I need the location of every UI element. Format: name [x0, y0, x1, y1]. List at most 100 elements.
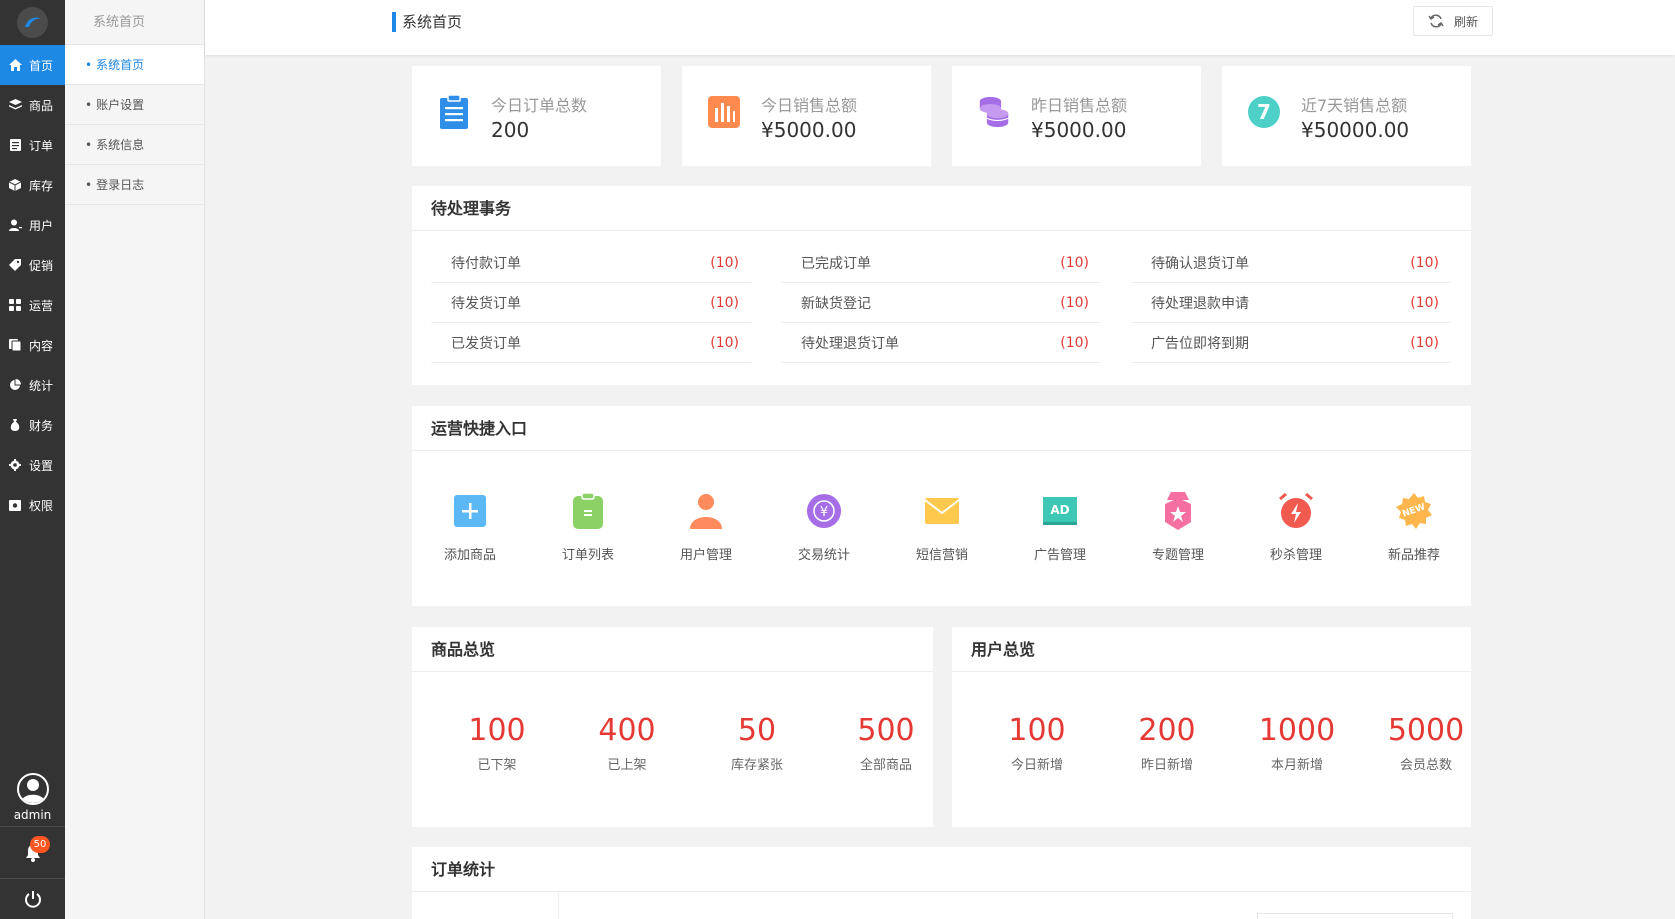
nav-item-label: 统计 [29, 378, 54, 393]
overview-stat[interactable]: 500 全部商品 [821, 712, 951, 773]
todo-label: 待处理退款申请 [1151, 295, 1249, 312]
todo-label: 已完成订单 [801, 255, 871, 272]
quick-label: 广告管理 [1033, 548, 1086, 563]
refresh-button[interactable]: 刷新 [1413, 6, 1493, 36]
nav-item-label: 库存 [29, 178, 54, 193]
quick-sms-marketing[interactable]: 短信营销 [887, 491, 997, 563]
nav-item-statistics[interactable]: 统计 [0, 365, 65, 405]
admin-profile[interactable]: admin [0, 769, 65, 827]
nav-item-label: 运营 [29, 298, 54, 313]
nav-item-label: 促销 [29, 258, 54, 273]
breadcrumb: 系统首页 [392, 12, 462, 32]
home-icon [8, 58, 22, 72]
overview-label: 本月新增 [1270, 758, 1323, 773]
order-stats-date-picker[interactable] [1257, 913, 1453, 919]
todo-column: 已完成订单 (10) 新缺货登记 (10) 待处理退货订单 (10) [781, 243, 1101, 363]
notifications-button[interactable]: 50 [0, 827, 65, 879]
nav-item-label: 订单 [29, 138, 54, 153]
todo-label: 待确认退货订单 [1151, 255, 1249, 272]
nav-item-inventory[interactable]: 库存 [0, 165, 65, 205]
nav-item-orders[interactable]: 订单 [0, 125, 65, 165]
todo-item[interactable]: 待确认退货订单 (10) [1131, 243, 1451, 283]
logo-icon [17, 7, 48, 38]
stat-value: 200 [491, 118, 530, 142]
copy-icon [8, 338, 22, 352]
subnav-item-dashboard[interactable]: • 系统首页 [65, 45, 204, 85]
todo-label: 广告位即将到期 [1151, 335, 1249, 352]
todo-item[interactable]: 待处理退款申请 (10) [1131, 283, 1451, 323]
logout-button[interactable] [0, 879, 65, 919]
nav-item-label: 财务 [29, 418, 54, 433]
top-bar: 系统首页 刷新 [205, 0, 1675, 55]
sub-nav: 系统首页 • 系统首页 • 账户设置 • 系统信息 • 登录日志 [65, 0, 205, 919]
quick-topic-manage[interactable]: 专题管理 [1123, 491, 1233, 563]
main-nav: 首页 商品 订单 库存 用户 促销 运营 内容 统计 财务 设置 权限 admi… [0, 0, 65, 919]
subnav-item-login-log[interactable]: • 登录日志 [65, 165, 204, 205]
overview-label: 全部商品 [859, 758, 912, 773]
todo-count: (10) [1060, 334, 1089, 351]
overview-label: 会员总数 [1399, 758, 1452, 773]
money-bag-icon [8, 418, 22, 432]
order-list-icon [568, 491, 608, 531]
todo-item[interactable]: 广告位即将到期 (10) [1131, 323, 1451, 363]
order-stats-panel: 订单统计 [412, 847, 1471, 919]
todo-count: (10) [1410, 334, 1439, 351]
todo-label: 已发货订单 [451, 335, 521, 352]
overview-stat[interactable]: 400 已上架 [562, 712, 692, 773]
nav-item-permissions[interactable]: 权限 [0, 485, 65, 525]
todo-item[interactable]: 待付款订单 (10) [431, 243, 751, 283]
subnav-item-label: 系统首页 [96, 58, 145, 72]
overview-stat[interactable]: 100 今日新增 [972, 712, 1102, 773]
quick-label: 短信营销 [915, 548, 968, 563]
subnav-item-system-info[interactable]: • 系统信息 [65, 125, 204, 165]
quick-ad-manage[interactable]: AD 广告管理 [1005, 491, 1115, 563]
logo[interactable] [0, 0, 65, 45]
todo-item[interactable]: 新缺货登记 (10) [781, 283, 1101, 323]
todo-count: (10) [1410, 254, 1439, 271]
nav-item-operations[interactable]: 运营 [0, 285, 65, 325]
overview-label: 已下架 [477, 758, 517, 773]
plus-square-icon [450, 491, 490, 531]
subnav-item-account-settings[interactable]: • 账户设置 [65, 85, 204, 125]
nav-item-label: 权限 [29, 498, 54, 513]
overview-stat[interactable]: 1000 本月新增 [1232, 712, 1362, 773]
todo-column: 待付款订单 (10) 待发货订单 (10) 已发货订单 (10) [431, 243, 751, 363]
nav-item-finance[interactable]: 财务 [0, 405, 65, 445]
nav-item-home[interactable]: 首页 [0, 45, 65, 85]
overview-value: 100 [1008, 713, 1066, 748]
todo-item[interactable]: 待处理退货订单 (10) [781, 323, 1101, 363]
todo-item[interactable]: 已完成订单 (10) [781, 243, 1101, 283]
overview-stat[interactable]: 5000 会员总数 [1361, 712, 1491, 773]
overview-stat[interactable]: 100 已下架 [432, 712, 562, 773]
quick-label: 新品推荐 [1387, 548, 1440, 563]
nav-item-label: 内容 [29, 338, 54, 353]
nav-item-products[interactable]: 商品 [0, 85, 65, 125]
quick-label: 订单列表 [561, 548, 614, 563]
user-manage-icon [686, 491, 726, 531]
quick-user-manage[interactable]: 用户管理 [651, 491, 761, 563]
overview-stat[interactable]: 50 库存紧张 [692, 712, 822, 773]
quick-add-product[interactable]: 添加商品 [415, 491, 525, 563]
todo-item[interactable]: 已发货订单 (10) [431, 323, 751, 363]
todo-count: (10) [710, 334, 739, 351]
overview-label: 库存紧张 [730, 758, 783, 773]
nav-item-settings[interactable]: 设置 [0, 445, 65, 485]
quick-trade-stats[interactable]: ¥ 交易统计 [769, 491, 879, 563]
stat-card-7day-sales: 7 近7天销售总额 ¥50000.00 [1222, 66, 1471, 166]
subnav-title: 系统首页 [65, 0, 204, 45]
nav-item-content[interactable]: 内容 [0, 325, 65, 365]
todo-label: 待发货订单 [451, 295, 521, 312]
overview-label: 今日新增 [1010, 758, 1063, 773]
quick-order-list[interactable]: 订单列表 [533, 491, 643, 563]
overview-stat[interactable]: 200 昨日新增 [1102, 712, 1232, 773]
order-stats-divider [558, 892, 559, 919]
user-overview-panel: 用户总览 100 今日新增 200 昨日新增 1000 本月新增 5000 会员… [952, 627, 1471, 827]
nav-item-promotions[interactable]: 促销 [0, 245, 65, 285]
product-overview-panel: 商品总览 100 已下架 400 已上架 50 库存紧张 500 全部商品 [412, 627, 933, 827]
grid-icon [8, 298, 22, 312]
nav-item-users[interactable]: 用户 [0, 205, 65, 245]
pie-icon [8, 378, 22, 392]
quick-new-products[interactable]: NEW 新品推荐 [1359, 491, 1469, 563]
quick-flash-sale[interactable]: 秒杀管理 [1241, 491, 1351, 563]
todo-item[interactable]: 待发货订单 (10) [431, 283, 751, 323]
